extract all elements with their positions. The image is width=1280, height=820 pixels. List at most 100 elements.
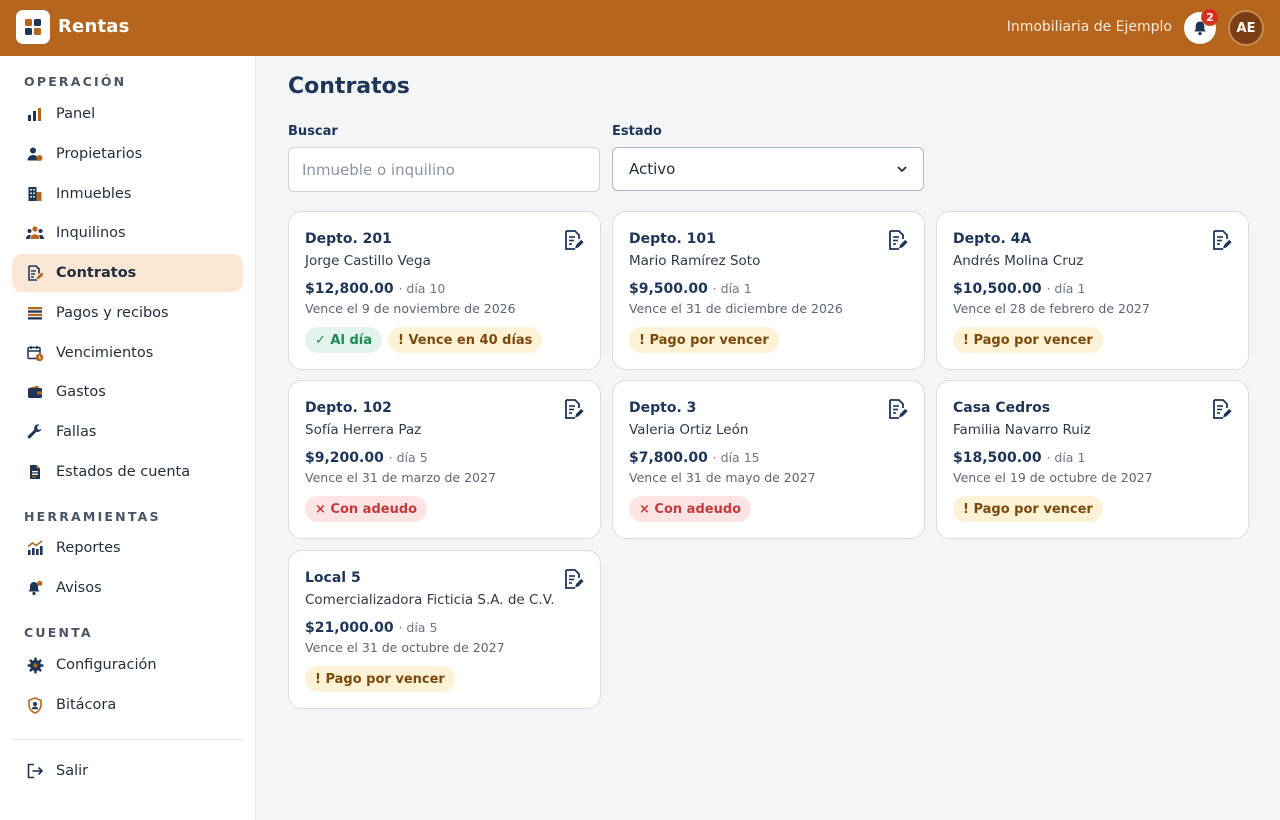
status-badge: ! Pago por vencer — [953, 496, 1103, 522]
status-badge: × Con adeudo — [305, 496, 428, 522]
contract-edit-icon[interactable] — [1210, 398, 1232, 420]
user-avatar[interactable]: AE — [1228, 10, 1264, 46]
sidebar-item-contratos[interactable]: Contratos — [12, 254, 243, 292]
contract-title: Depto. 4A — [953, 231, 1032, 247]
sidebar-item-estados-de-cuenta[interactable]: Estados de cuenta — [12, 453, 243, 491]
contract-card[interactable]: Local 5 Comercializadora Ficticia S.A. d… — [288, 550, 601, 709]
contract-amount: $18,500.00 · día 1 — [953, 450, 1085, 466]
status-label: Estado — [612, 124, 662, 139]
contract-card[interactable]: Depto. 102 Sofía Herrera Paz $9,200.00 ·… — [288, 380, 601, 539]
status-badges: ✓ Al día! Vence en 40 días — [305, 327, 543, 353]
contract-title: Depto. 101 — [629, 231, 716, 247]
sidebar-divider — [12, 739, 243, 740]
sidebar-item-inquilinos[interactable]: Inquilinos — [12, 214, 243, 252]
status-badge: ! Vence en 40 días — [388, 327, 543, 353]
sidebar-item-vencimientos[interactable]: Vencimientos — [12, 334, 243, 372]
logout-icon — [26, 762, 44, 780]
status-select-value: Activo — [629, 160, 676, 178]
grid-logo-icon — [25, 19, 41, 35]
rent-amount: $21,000.00 — [305, 620, 394, 636]
status-badges: ! Pago por vencer — [953, 496, 1103, 522]
status-badge: ! Pago por vencer — [305, 666, 455, 692]
contract-due-date: Vence el 9 de noviembre de 2026 — [305, 301, 516, 316]
rent-amount: $18,500.00 — [953, 450, 1042, 466]
sidebar-item-avisos[interactable]: Avisos — [12, 569, 243, 607]
shield-user-icon — [26, 696, 44, 714]
contract-due-date: Vence el 31 de diciembre de 2026 — [629, 301, 843, 316]
sidebar-item-gastos[interactable]: Gastos — [12, 373, 243, 411]
sidebar-item-bitacora[interactable]: Bitácora — [12, 686, 243, 724]
sidebar-item-inmuebles[interactable]: Inmuebles — [12, 175, 243, 213]
contract-icon — [26, 264, 44, 282]
payment-day: · día 10 — [398, 281, 446, 296]
owner-icon — [26, 145, 44, 163]
rent-amount: $9,200.00 — [305, 450, 384, 466]
building-icon — [26, 185, 44, 203]
payment-day: · día 1 — [1046, 281, 1086, 296]
contract-title: Depto. 201 — [305, 231, 392, 247]
sidebar-item-label: Contratos — [56, 265, 137, 281]
gear-icon — [26, 656, 44, 674]
sidebar-item-label: Estados de cuenta — [56, 464, 191, 480]
contract-edit-icon[interactable] — [886, 229, 908, 251]
app-brand: Rentas — [58, 16, 130, 37]
sidebar-item-pagos-y-recibos[interactable]: Pagos y recibos — [12, 294, 243, 332]
contract-edit-icon[interactable] — [562, 229, 584, 251]
sidebar-item-reportes[interactable]: Reportes — [12, 529, 243, 567]
status-badge: ✓ Al día — [305, 327, 382, 353]
sidebar-item-label: Panel — [56, 106, 96, 122]
wrench-icon — [26, 423, 44, 441]
contract-card[interactable]: Depto. 201 Jorge Castillo Vega $12,800.0… — [288, 211, 601, 370]
contract-due-date: Vence el 19 de octubre de 2027 — [953, 470, 1153, 485]
top-bar: Rentas Inmobiliaria de Ejemplo 2 AE — [0, 0, 1280, 56]
contract-tenant: Comercializadora Ficticia S.A. de C.V. — [305, 592, 555, 608]
status-badge: ! Pago por vencer — [953, 327, 1103, 353]
rent-amount: $12,800.00 — [305, 281, 394, 297]
sidebar-item-fallas[interactable]: Fallas — [12, 413, 243, 451]
sidebar-item-label: Configuración — [56, 657, 157, 673]
sidebar-item-panel[interactable]: Panel — [12, 95, 243, 133]
contract-due-date: Vence el 31 de mayo de 2027 — [629, 470, 816, 485]
sidebar-item-label: Inmuebles — [56, 186, 132, 202]
sidebar-item-label: Gastos — [56, 384, 106, 400]
status-badges: ! Pago por vencer — [629, 327, 779, 353]
contract-card[interactable]: Casa Cedros Familia Navarro Ruiz $18,500… — [936, 380, 1249, 539]
contract-edit-icon[interactable] — [562, 398, 584, 420]
payment-day: · día 1 — [1046, 450, 1086, 465]
contract-amount: $10,500.00 · día 1 — [953, 281, 1085, 297]
contract-card[interactable]: Depto. 101 Mario Ramírez Soto $9,500.00 … — [612, 211, 925, 370]
status-badges: × Con adeudo — [305, 496, 428, 522]
sidebar-item-propietarios[interactable]: Propietarios — [12, 135, 243, 173]
status-badge: ! Pago por vencer — [629, 327, 779, 353]
sidebar-item-configuracion[interactable]: Configuración — [12, 646, 243, 684]
contract-card[interactable]: Depto. 3 Valeria Ortiz León $7,800.00 · … — [612, 380, 925, 539]
sidebar-item-salir[interactable]: Salir — [12, 752, 243, 790]
search-label: Buscar — [288, 124, 338, 139]
contract-due-date: Vence el 31 de marzo de 2027 — [305, 470, 496, 485]
search-input[interactable] — [288, 147, 600, 192]
status-badge: × Con adeudo — [629, 496, 752, 522]
payment-day: · día 1 — [712, 281, 752, 296]
contract-title: Depto. 3 — [629, 400, 697, 416]
people-icon — [26, 224, 44, 242]
contract-tenant: Sofía Herrera Paz — [305, 422, 422, 438]
bell-icon — [26, 579, 44, 597]
sidebar-item-label: Fallas — [56, 424, 97, 440]
payment-day: · día 5 — [388, 450, 428, 465]
status-select[interactable]: Activo — [612, 147, 924, 191]
sidebar-section-herramientas: HERRAMIENTAS — [24, 509, 161, 524]
contract-title: Local 5 — [305, 570, 361, 586]
status-badges: × Con adeudo — [629, 496, 752, 522]
contract-edit-icon[interactable] — [1210, 229, 1232, 251]
payment-day: · día 15 — [712, 450, 760, 465]
app-logo[interactable] — [16, 10, 50, 44]
contract-edit-icon[interactable] — [886, 398, 908, 420]
sidebar-item-label: Vencimientos — [56, 345, 154, 361]
contract-card[interactable]: Depto. 4A Andrés Molina Cruz $10,500.00 … — [936, 211, 1249, 370]
sidebar-item-label: Inquilinos — [56, 225, 126, 241]
sidebar-item-label: Reportes — [56, 540, 121, 556]
contract-edit-icon[interactable] — [562, 568, 584, 590]
sidebar-section-cuenta: CUENTA — [24, 625, 93, 640]
sidebar-item-label: Propietarios — [56, 146, 143, 162]
contract-tenant: Valeria Ortiz León — [629, 422, 749, 438]
